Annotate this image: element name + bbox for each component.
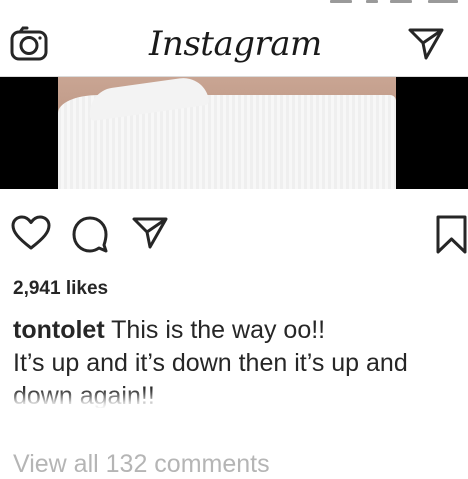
heart-icon[interactable]	[11, 215, 51, 251]
camera-icon[interactable]	[10, 26, 48, 62]
status-bar	[0, 0, 468, 10]
post-caption: tontolet This is the way oo!! It’s up an…	[13, 314, 463, 413]
signal-icon	[330, 0, 352, 3]
direct-message-icon[interactable]	[407, 26, 445, 62]
wifi-icon	[366, 0, 378, 3]
app-logo: Instagram	[149, 24, 322, 64]
likes-count[interactable]: 2,941 likes	[13, 278, 108, 300]
post-action-bar	[0, 189, 468, 269]
signal-icon	[390, 0, 412, 3]
bookmark-icon[interactable]	[435, 215, 468, 255]
battery-icon	[428, 0, 458, 3]
post-image[interactable]	[0, 77, 468, 189]
caption-text-line1: This is the way oo!!	[111, 316, 326, 344]
comment-icon[interactable]	[71, 215, 109, 253]
top-navigation-bar: Instagram	[0, 10, 468, 77]
caption-text-line2: It’s up and it’s down then it’s up and d…	[13, 349, 408, 410]
caption-username[interactable]: tontolet	[13, 316, 105, 344]
redacted-overlay	[0, 408, 280, 452]
share-icon[interactable]	[131, 215, 169, 251]
